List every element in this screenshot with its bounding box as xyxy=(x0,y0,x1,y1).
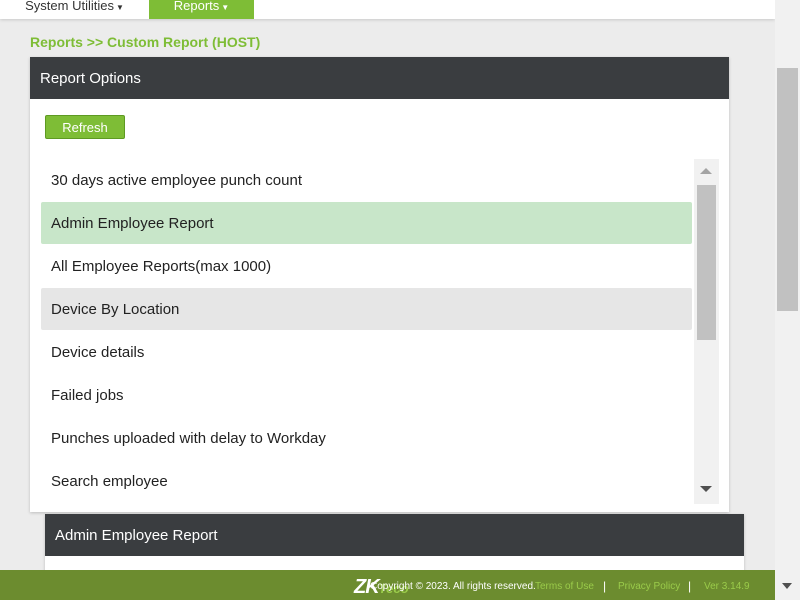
caret-down-icon: ▼ xyxy=(221,3,230,12)
report-list-item[interactable]: Search employee xyxy=(41,460,692,502)
page-scrollbar[interactable] xyxy=(775,0,800,600)
report-options-title: Report Options xyxy=(40,69,141,87)
report-list-item-label: 30 days active employee punch count xyxy=(51,171,302,189)
report-list-item[interactable]: 30 days active employee punch count xyxy=(41,159,692,201)
report-list-item-label: Failed jobs xyxy=(51,386,124,404)
report-list-item-label: Admin Employee Report xyxy=(51,214,214,232)
report-list-item-label: Device details xyxy=(51,343,145,361)
footer-separator: | xyxy=(603,579,607,593)
top-navigation: System Utilities ▼ Reports ▼ xyxy=(0,0,775,19)
report-options-header: Report Options xyxy=(30,57,729,99)
page-scrollbar-thumb[interactable] xyxy=(777,68,798,311)
version-text: Ver 3.14.9 xyxy=(704,581,750,592)
breadcrumb-reports[interactable]: Reports xyxy=(30,34,83,50)
breadcrumb: Reports >> Custom Report (HOST) xyxy=(30,34,260,50)
report-options-panel: Report Options Refresh 30 days active em… xyxy=(30,57,729,512)
caret-down-icon: ▼ xyxy=(115,3,124,12)
breadcrumb-current: Custom Report (HOST) xyxy=(107,34,261,50)
footer: ZKTeco Copyright © 2023. All rights rese… xyxy=(0,570,775,600)
report-list-item[interactable]: Punches uploaded with delay to Workday xyxy=(41,417,692,459)
privacy-policy-link[interactable]: Privacy Policy xyxy=(618,581,680,592)
report-list-item[interactable]: Failed jobs xyxy=(41,374,692,416)
scroll-down-icon[interactable] xyxy=(700,486,712,492)
report-list-item-label: Search employee xyxy=(51,472,168,490)
footer-separator: | xyxy=(688,579,692,593)
page-scroll-down-icon[interactable] xyxy=(782,583,792,589)
report-list-item[interactable]: All Employee Reports(max 1000) xyxy=(41,245,692,287)
report-list-item[interactable]: Device By Location xyxy=(41,288,692,330)
terms-of-use-link[interactable]: Terms of Use xyxy=(535,581,594,592)
report-list-item[interactable]: Device details xyxy=(41,331,692,373)
report-list-item-label: All Employee Reports(max 1000) xyxy=(51,257,272,275)
report-list-scrollbar[interactable] xyxy=(694,159,719,504)
nav-reports[interactable]: Reports ▼ xyxy=(149,0,254,19)
breadcrumb-separator: >> xyxy=(86,34,104,50)
scroll-up-icon[interactable] xyxy=(700,168,712,174)
report-list: 30 days active employee punch count Admin… xyxy=(41,159,692,504)
report-result-title: Admin Employee Report xyxy=(55,526,218,544)
scrollbar-thumb[interactable] xyxy=(697,185,716,340)
refresh-button[interactable]: Refresh xyxy=(45,115,125,139)
report-list-item-label: Punches uploaded with delay to Workday xyxy=(51,429,326,447)
report-result-header: Admin Employee Report xyxy=(45,514,744,556)
report-list-item-label: Device By Location xyxy=(51,300,180,318)
nav-system-utilities[interactable]: System Utilities ▼ xyxy=(0,0,149,19)
report-list-item[interactable]: Admin Employee Report xyxy=(41,202,692,244)
nav-system-utilities-label: System Utilities xyxy=(25,0,114,13)
nav-reports-label: Reports xyxy=(173,0,220,13)
copyright-text: Copyright © 2023. All rights reserved. xyxy=(370,581,536,592)
